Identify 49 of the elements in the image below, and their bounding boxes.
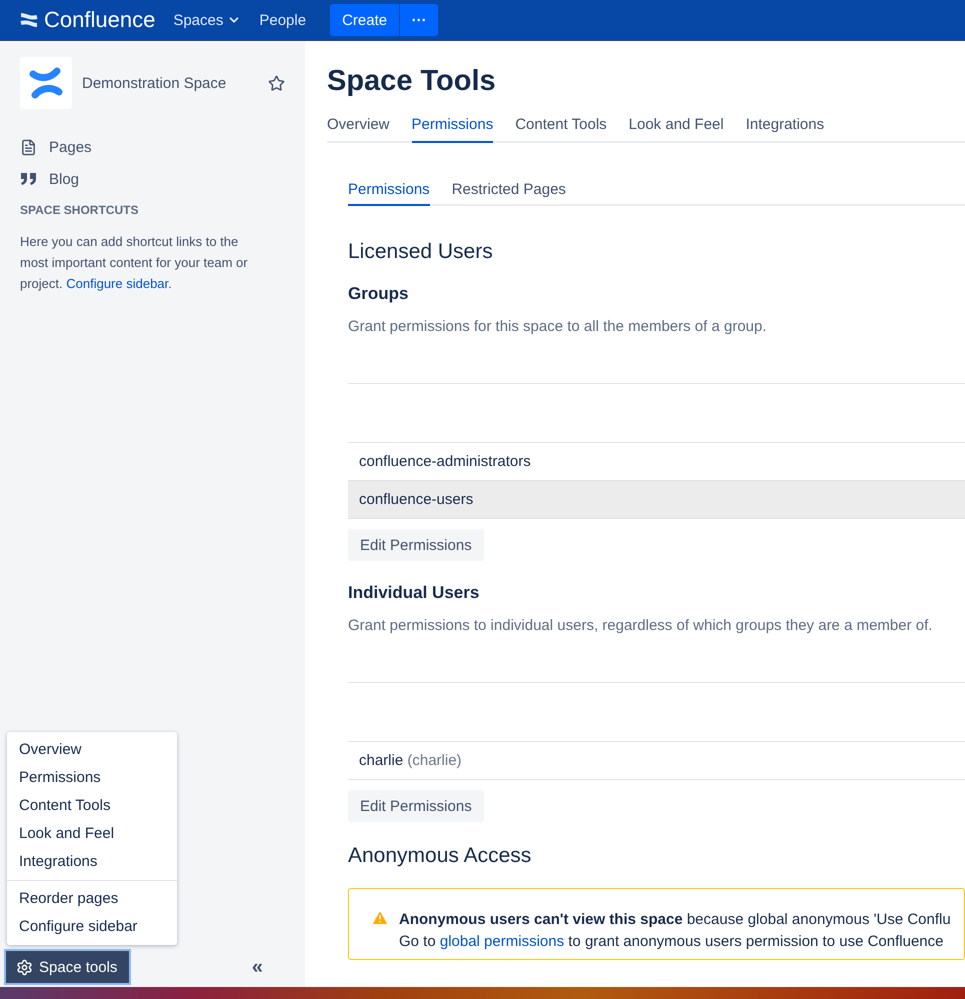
warning-icon bbox=[371, 909, 389, 927]
menu-item[interactable]: Overview bbox=[7, 736, 177, 764]
space-tools-button[interactable]: Space tools bbox=[6, 951, 130, 983]
menu-item[interactable]: Integrations bbox=[7, 848, 177, 876]
edit-permissions-button[interactable]: Edit Permissions bbox=[348, 790, 484, 822]
quote-icon bbox=[20, 172, 37, 186]
tab[interactable]: Integrations bbox=[746, 116, 824, 143]
shortcuts-heading: SPACE SHORTCUTS bbox=[20, 203, 140, 217]
global-permissions-link[interactable]: global permissions bbox=[440, 933, 564, 950]
space-name[interactable]: Demonstration Space bbox=[82, 74, 258, 92]
section-description: Grant permissions for this space to all the members of a group. bbox=[348, 318, 768, 335]
collapse-button[interactable]: « bbox=[252, 956, 263, 978]
logo-icon bbox=[20, 12, 38, 28]
section-title: Anonymous Access bbox=[348, 844, 532, 868]
nav-link[interactable]: People bbox=[259, 12, 306, 28]
settings-icon bbox=[16, 958, 33, 976]
edit-permissions-button[interactable]: Edit Permissions bbox=[348, 529, 484, 561]
row-name: confluence-users bbox=[359, 491, 474, 508]
star-icon[interactable] bbox=[268, 74, 285, 92]
tab[interactable]: Permissions bbox=[412, 116, 494, 143]
tab[interactable]: Permissions bbox=[348, 181, 430, 206]
tab[interactable]: Overview bbox=[327, 116, 390, 143]
logo-icon bbox=[29, 66, 63, 100]
row-name: confluence-administrators bbox=[359, 453, 531, 470]
page-icon bbox=[20, 138, 37, 156]
tab[interactable]: Restricted Pages bbox=[452, 181, 566, 206]
section-title: Licensed Users bbox=[348, 240, 494, 264]
tab[interactable]: Content Tools bbox=[515, 116, 607, 143]
section-description: Grant permissions to individual users, regardless of which groups they are a member of. bbox=[348, 617, 934, 634]
alert-text: Anonymous users can't view this space because global anonymous 'Use Conflu bbox=[399, 910, 951, 930]
configure-sidebar-link[interactable]: Configure sidebar bbox=[66, 276, 168, 291]
more-button[interactable]: ··· bbox=[400, 4, 438, 36]
row-name: charlie (charlie) bbox=[359, 752, 462, 769]
create-button[interactable]: Create bbox=[330, 4, 400, 36]
page-title: Space Tools bbox=[327, 65, 497, 98]
menu-item[interactable]: Content Tools bbox=[7, 792, 177, 820]
shortcuts-text: Here you can add shortcut links to the most important content for your team or project. Configure sidebar. bbox=[20, 233, 249, 293]
menu-item[interactable]: Reorder pages bbox=[7, 885, 177, 913]
menu-item[interactable]: Permissions bbox=[7, 764, 177, 792]
sidebar-item[interactable]: Pages bbox=[20, 131, 285, 163]
menu-item[interactable]: Configure sidebar bbox=[7, 913, 177, 941]
section-heading: Individual Users bbox=[348, 583, 480, 603]
menu-item[interactable]: Look and Feel bbox=[7, 820, 177, 848]
brand-logo[interactable]: Confluence bbox=[20, 7, 156, 33]
alert-text: Go to global permissions to grant anonymous users permission to use Confluence bbox=[399, 932, 944, 952]
section-heading: Groups bbox=[348, 284, 410, 304]
tab[interactable]: Look and Feel bbox=[628, 116, 724, 143]
sidebar-item[interactable]: Blog bbox=[20, 163, 285, 195]
nav-link[interactable]: Spaces bbox=[173, 12, 242, 28]
